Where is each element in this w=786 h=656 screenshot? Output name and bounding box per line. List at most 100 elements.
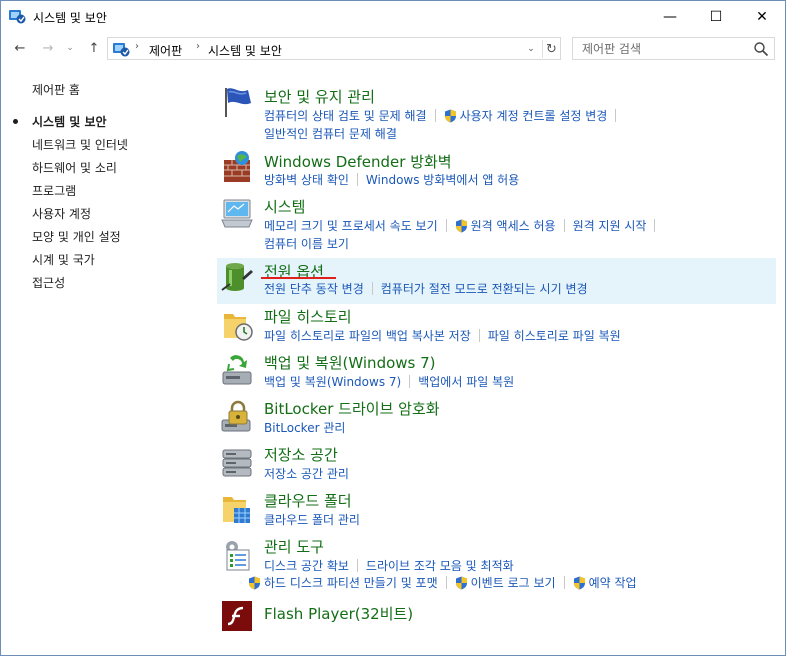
link-free-disk-space[interactable]: 디스크 공간 확보 <box>264 557 349 574</box>
breadcrumb-separator[interactable]: › <box>196 41 200 52</box>
category-flash-player: Flash Player(32비트) <box>217 599 776 637</box>
back-button[interactable]: ← <box>9 38 31 58</box>
link-view-event-logs[interactable]: 이벤트 로그 보기 <box>455 574 556 591</box>
link-separator <box>445 219 447 232</box>
search-icon[interactable] <box>753 41 769 57</box>
link-remote-assist[interactable]: 원격 지원 시작 <box>573 217 647 234</box>
refresh-button[interactable]: ↻ <box>542 40 560 58</box>
link-separator <box>563 576 565 589</box>
forward-button[interactable]: → <box>37 38 59 58</box>
breadcrumb-control-panel[interactable]: 제어판 <box>149 42 182 59</box>
category-power-options[interactable]: 전원 옵션 전원 단추 동작 변경 컴퓨터가 절전 모드로 전환되는 시기 변경 <box>217 258 776 304</box>
link-label[interactable]: 이벤트 로그 보기 <box>471 574 556 591</box>
maximize-button[interactable]: ☐ <box>693 1 739 32</box>
link-restore-files[interactable]: 파일 히스토리로 파일 복원 <box>488 327 621 344</box>
category-title[interactable]: 보안 및 유지 관리 <box>264 86 375 107</box>
category-title[interactable]: 클라우드 폴더 <box>264 490 352 511</box>
category-security-maintenance: 보안 및 유지 관리 컴퓨터의 상태 검토 및 문제 해결 사용자 계정 컨트롤… <box>217 83 776 141</box>
address-bar[interactable]: › 제어판 › 시스템 및 보안 ⌄ ↻ <box>107 37 561 60</box>
link-review-status[interactable]: 컴퓨터의 상태 검토 및 문제 해결 <box>264 107 427 124</box>
category-title[interactable]: BitLocker 드라이브 암호화 <box>264 398 440 419</box>
link-label[interactable]: 하드 디스크 파티션 만들기 및 포맷 <box>264 574 438 591</box>
category-system: 시스템 메모리 크기 및 프로세서 속도 보기 원격 액세스 허용 원격 지원 … <box>217 194 776 254</box>
link-manage-storage[interactable]: 저장소 공간 관리 <box>264 465 349 482</box>
file-history-icon <box>224 314 253 341</box>
category-storage-spaces: 저장소 공간 저장소 공간 관리 <box>217 444 776 486</box>
title-bar[interactable]: 시스템 및 보안 — ☐ ✕ <box>1 1 785 32</box>
link-separator <box>356 173 358 186</box>
category-title[interactable]: Windows Defender 방화벽 <box>264 151 452 172</box>
control-panel-icon <box>113 43 130 57</box>
category-title[interactable]: 관리 도구 <box>264 536 324 557</box>
link-save-backup[interactable]: 파일 히스토리로 파일의 백업 복사본 저장 <box>264 327 471 344</box>
link-remote-access[interactable]: 원격 액세스 허용 <box>455 217 556 234</box>
link-row: 디스크 공간 확보 드라이브 조각 모음 및 최적화 <box>264 557 514 574</box>
search-input[interactable] <box>573 38 751 59</box>
link-manage-bitlocker[interactable]: BitLocker 관리 <box>264 419 345 436</box>
link-create-partitions[interactable]: 하드 디스크 파티션 만들기 및 포맷 <box>248 574 438 591</box>
link-computer-name[interactable]: 컴퓨터 이름 보기 <box>264 235 349 252</box>
link-backup-restore[interactable]: 백업 및 복원(Windows 7) <box>264 373 401 390</box>
link-separator <box>615 109 617 122</box>
active-indicator <box>13 119 18 124</box>
link-check-firewall[interactable]: 방화벽 상태 확인 <box>264 171 349 188</box>
recent-locations-button[interactable]: ⌄ <box>63 38 77 58</box>
link-row: 파일 히스토리로 파일의 백업 복사본 저장 파일 히스토리로 파일 복원 <box>264 327 621 344</box>
link-separator <box>654 219 656 232</box>
link-row: 백업 및 복원(Windows 7) 백업에서 파일 복원 <box>264 373 514 390</box>
sidebar-item-user-accounts[interactable]: 사용자 계정 <box>32 205 91 222</box>
flash-icon <box>222 601 252 631</box>
link-restore-from-backup[interactable]: 백업에서 파일 복원 <box>418 373 514 390</box>
category-title[interactable]: 시스템 <box>264 196 305 217</box>
category-title[interactable]: 파일 히스토리 <box>264 306 352 327</box>
link-label[interactable]: 사용자 계정 컨트롤 설정 변경 <box>460 107 608 124</box>
sidebar-item-network-internet[interactable]: 네트워크 및 인터넷 <box>32 136 128 153</box>
link-separator <box>434 109 436 122</box>
link-sleep-time[interactable]: 컴퓨터가 절전 모드로 전환되는 시기 변경 <box>381 280 588 297</box>
category-title[interactable]: Flash Player(32비트) <box>264 603 413 624</box>
sidebar-item-system-security[interactable]: 시스템 및 보안 <box>32 113 107 130</box>
shield-icon <box>444 109 456 122</box>
sidebar-item-clock-region[interactable]: 시계 및 국가 <box>32 251 95 268</box>
annotation-underline <box>261 277 336 279</box>
address-dropdown-button[interactable]: ⌄ <box>522 41 540 57</box>
sidebar-item-control-panel-home[interactable]: 제어판 홈 <box>32 81 80 98</box>
link-row: 클라우드 폴더 관리 <box>264 511 360 528</box>
minimize-button[interactable]: — <box>647 1 693 32</box>
category-title[interactable]: 백업 및 복원(Windows 7) <box>264 352 436 373</box>
category-admin-tools: 관리 도구 디스크 공간 확보 드라이브 조각 모음 및 최적화 하드 디스크 … <box>217 536 776 596</box>
breadcrumb-separator[interactable]: › <box>135 41 139 52</box>
close-button[interactable]: ✕ <box>739 1 785 32</box>
link-separator <box>371 282 373 295</box>
breadcrumb-system-security[interactable]: 시스템 및 보안 <box>208 42 282 59</box>
shield-icon <box>455 219 467 232</box>
search-box[interactable] <box>572 37 775 60</box>
up-button[interactable]: ↑ <box>83 38 105 58</box>
link-allow-app[interactable]: Windows 방화벽에서 앱 허용 <box>366 171 519 188</box>
shield-icon <box>573 576 585 589</box>
category-cloud-folders: 클라우드 폴더 클라우드 폴더 관리 <box>217 490 776 532</box>
link-label[interactable]: 원격 액세스 허용 <box>471 217 556 234</box>
link-defragment[interactable]: 드라이브 조각 모음 및 최적화 <box>366 557 514 574</box>
link-uac-settings[interactable]: 사용자 계정 컨트롤 설정 변경 <box>444 107 608 124</box>
admin-tools-icon <box>226 541 250 571</box>
sidebar-item-programs[interactable]: 프로그램 <box>32 182 76 199</box>
backup-icon <box>222 355 252 385</box>
shield-icon <box>249 576 260 589</box>
link-label[interactable]: 예약 작업 <box>589 574 637 591</box>
sidebar-item-appearance[interactable]: 모양 및 개인 설정 <box>32 228 121 245</box>
link-scheduled-tasks[interactable]: 예약 작업 <box>573 574 637 591</box>
category-firewall: Windows Defender 방화벽 방화벽 상태 확인 Windows 방… <box>217 148 776 190</box>
link-memory-cpu[interactable]: 메모리 크기 및 프로세서 속도 보기 <box>264 217 438 234</box>
link-manage-cloud-folders[interactable]: 클라우드 폴더 관리 <box>264 511 360 528</box>
sidebar-item-hardware-sound[interactable]: 하드웨어 및 소리 <box>32 159 117 176</box>
sidebar-item-ease-of-access[interactable]: 접근성 <box>32 274 65 291</box>
link-row: 방화벽 상태 확인 Windows 방화벽에서 앱 허용 <box>264 171 519 188</box>
category-bitlocker: BitLocker 드라이브 암호화 BitLocker 관리 <box>217 398 776 440</box>
control-panel-icon <box>9 10 26 24</box>
navigation-bar: ← → ⌄ ↑ › 제어판 › 시스템 및 보안 ⌄ ↻ <box>1 32 785 64</box>
link-troubleshoot[interactable]: 일반적인 컴퓨터 문제 해결 <box>264 125 397 142</box>
link-row: 저장소 공간 관리 <box>264 465 349 482</box>
link-power-button[interactable]: 전원 단추 동작 변경 <box>264 280 364 297</box>
category-title[interactable]: 저장소 공간 <box>264 444 338 465</box>
